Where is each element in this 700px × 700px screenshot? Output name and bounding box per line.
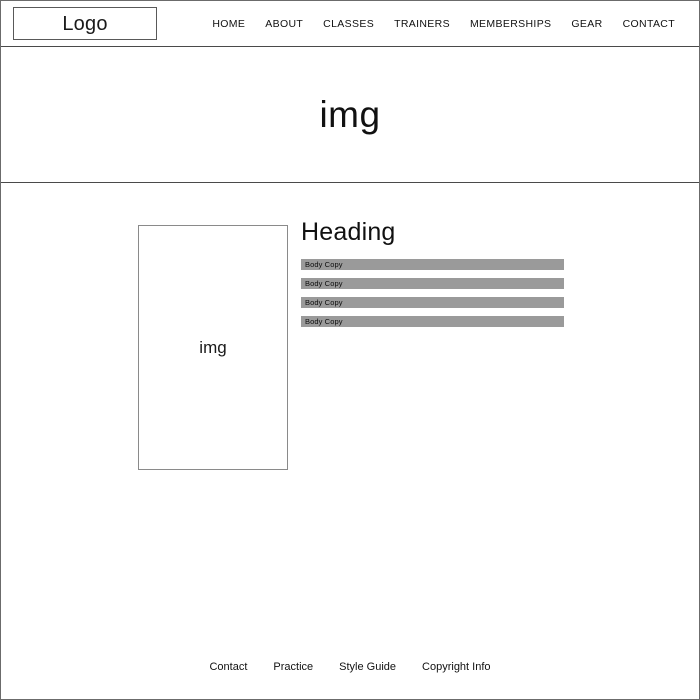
body-copy-label: Body Copy xyxy=(305,316,343,326)
nav-item-memberships[interactable]: MEMBERSHIPS xyxy=(460,19,561,30)
content-text-column: Heading Body Copy Body Copy Body Copy Bo… xyxy=(301,220,564,327)
nav-item-trainers[interactable]: TRAINERS xyxy=(384,19,460,30)
content-image-placeholder: img xyxy=(138,225,288,470)
logo-label: Logo xyxy=(62,12,108,35)
body-copy-bars: Body Copy Body Copy Body Copy Body Copy xyxy=(301,259,564,327)
hero-image-placeholder: img xyxy=(1,47,699,183)
footer-link-practice[interactable]: Practice xyxy=(260,662,326,673)
main-content: img Heading Body Copy Body Copy Body Cop… xyxy=(1,184,699,636)
primary-navigation: HOME ABOUT CLASSES TRAINERS MEMBERSHIPS … xyxy=(202,1,685,47)
nav-item-home[interactable]: HOME xyxy=(202,19,255,30)
site-footer: Contact Practice Style Guide Copyright I… xyxy=(1,636,699,699)
body-copy-label: Body Copy xyxy=(305,259,343,269)
nav-item-about[interactable]: ABOUT xyxy=(255,19,313,30)
footer-link-contact[interactable]: Contact xyxy=(196,662,260,673)
nav-item-contact[interactable]: CONTACT xyxy=(613,19,685,30)
body-copy-bar: Body Copy xyxy=(301,278,564,289)
footer-link-copyright-info[interactable]: Copyright Info xyxy=(409,662,503,673)
wireframe-page: Logo HOME ABOUT CLASSES TRAINERS MEMBERS… xyxy=(0,0,700,700)
body-copy-bar: Body Copy xyxy=(301,297,564,308)
hero-image-label: img xyxy=(319,94,381,135)
nav-item-gear[interactable]: GEAR xyxy=(561,19,612,30)
logo-placeholder[interactable]: Logo xyxy=(13,7,157,40)
body-copy-label: Body Copy xyxy=(305,278,343,288)
body-copy-label: Body Copy xyxy=(305,297,343,307)
footer-link-style-guide[interactable]: Style Guide xyxy=(326,662,409,673)
section-heading: Heading xyxy=(301,218,396,246)
nav-item-classes[interactable]: CLASSES xyxy=(313,19,384,30)
site-header: Logo HOME ABOUT CLASSES TRAINERS MEMBERS… xyxy=(1,1,699,47)
body-copy-bar: Body Copy xyxy=(301,259,564,270)
content-image-label: img xyxy=(199,338,227,357)
body-copy-bar: Body Copy xyxy=(301,316,564,327)
